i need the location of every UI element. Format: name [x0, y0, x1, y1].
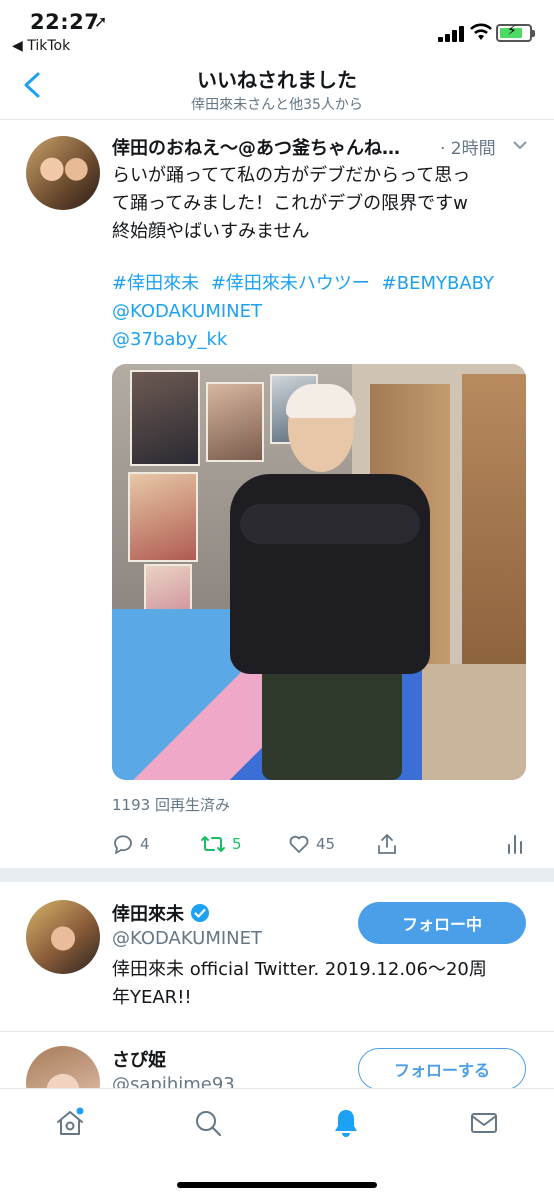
- user-cell[interactable]: さぴ姫 @sapihime93 フォローする: [0, 1032, 554, 1088]
- hashtag-link[interactable]: #倖田來未: [112, 273, 199, 294]
- tweet-author-name[interactable]: 倖田のおねえ〜@あつ釜ちゃんね…: [112, 134, 434, 160]
- user-handle: @sapihime93: [112, 1074, 235, 1088]
- user-avatar[interactable]: [26, 900, 100, 974]
- tweet-text-line: らいが踊ってて私の方がデブだからって思っ: [112, 165, 471, 186]
- wall-poster: [206, 382, 264, 462]
- cellular-signal-icon: [438, 26, 466, 42]
- chevron-down-icon[interactable]: [512, 138, 528, 152]
- search-icon[interactable]: [192, 1107, 224, 1139]
- wifi-icon: [470, 23, 492, 40]
- back-to-app-link[interactable]: ◀ TikTok: [12, 38, 70, 54]
- mention-link[interactable]: @37baby_kk: [112, 326, 227, 354]
- user-name: さぴ姫: [112, 1046, 166, 1072]
- verified-badge-icon: [191, 904, 209, 922]
- page-title: いいねされました: [197, 68, 357, 92]
- notifications-icon[interactable]: [330, 1107, 362, 1139]
- hashtag-link[interactable]: #倖田來未ハウツー: [211, 273, 370, 294]
- user-bio-line: 倖田來未 official Twitter. 2019.12.06〜20周: [112, 959, 487, 980]
- user-bio-line: 年YEAR!!: [112, 987, 192, 1008]
- tweet-text: らいが踊ってて私の方がデブだからって思っ て踊ってみました！これがデブの限界です…: [112, 162, 532, 246]
- share-icon: [378, 834, 396, 854]
- follow-button[interactable]: フォローする: [358, 1048, 526, 1088]
- like-count: 45: [316, 835, 336, 853]
- user-cell[interactable]: 倖田來未 @KODAKUMINET フォロー中 倖田來未 official Tw…: [0, 882, 554, 1032]
- home-indicator: [177, 1182, 377, 1188]
- wall-poster: [130, 370, 200, 466]
- battery-icon: ⚡: [496, 23, 535, 42]
- hashtag-link[interactable]: #BEMYBABY: [382, 273, 494, 294]
- page-header: いいねされました 倖田來未さんと他35人から: [0, 56, 554, 120]
- messages-icon[interactable]: [468, 1107, 500, 1139]
- tweet-actions: 4 5 45: [112, 830, 526, 858]
- view-count: 1193 回再生済み: [112, 796, 230, 814]
- location-arrow-icon: ➚: [94, 12, 108, 31]
- heart-icon: [289, 835, 309, 853]
- analytics-button[interactable]: [506, 830, 524, 858]
- user-bio: 倖田來未 official Twitter. 2019.12.06〜20周 年Y…: [112, 956, 532, 1012]
- user-avatar[interactable]: [26, 1046, 100, 1088]
- status-bar: 22:27 ➚ ◀ TikTok ⚡: [0, 0, 554, 56]
- user-display-name: 倖田來未: [112, 904, 184, 925]
- like-button[interactable]: 45: [288, 830, 335, 858]
- user-display-name: さぴ姫: [112, 1050, 166, 1071]
- tweet-text-line: て踊ってみました！これがデブの限界ですw: [112, 193, 468, 214]
- status-time: 22:27: [30, 10, 100, 34]
- tweet-video[interactable]: [112, 364, 526, 780]
- analytics-icon: [508, 835, 522, 854]
- liked-tweet[interactable]: 倖田のおねえ〜@あつ釜ちゃんね… · 2時間 らいが踊ってて私の方がデブだからっ…: [0, 120, 554, 868]
- mention-link[interactable]: @KODAKUMINET: [112, 298, 262, 326]
- wall-poster: [128, 472, 198, 562]
- retweet-count: 5: [232, 835, 242, 853]
- tweet-timestamp: · 2時間: [440, 139, 496, 159]
- user-name: 倖田來未: [112, 900, 210, 926]
- page-subtitle: 倖田來未さんと他35人から: [191, 97, 363, 113]
- user-handle: @KODAKUMINET: [112, 928, 263, 949]
- retweet-icon: [201, 836, 225, 852]
- section-separator: [0, 868, 554, 882]
- tweet-author-avatar[interactable]: [26, 136, 100, 210]
- following-button[interactable]: フォロー中: [358, 902, 526, 944]
- reply-icon: [114, 835, 132, 854]
- share-button[interactable]: [376, 830, 398, 858]
- reply-button[interactable]: 4: [112, 830, 150, 858]
- retweet-button[interactable]: 5: [200, 830, 242, 858]
- hashtag-line: #倖田來未 #倖田來未ハウツー #BEMYBABY: [112, 270, 500, 298]
- reply-count: 4: [140, 835, 150, 853]
- tweet-text-line: 終始顔やばいすみません: [112, 221, 310, 242]
- home-icon[interactable]: [54, 1107, 86, 1139]
